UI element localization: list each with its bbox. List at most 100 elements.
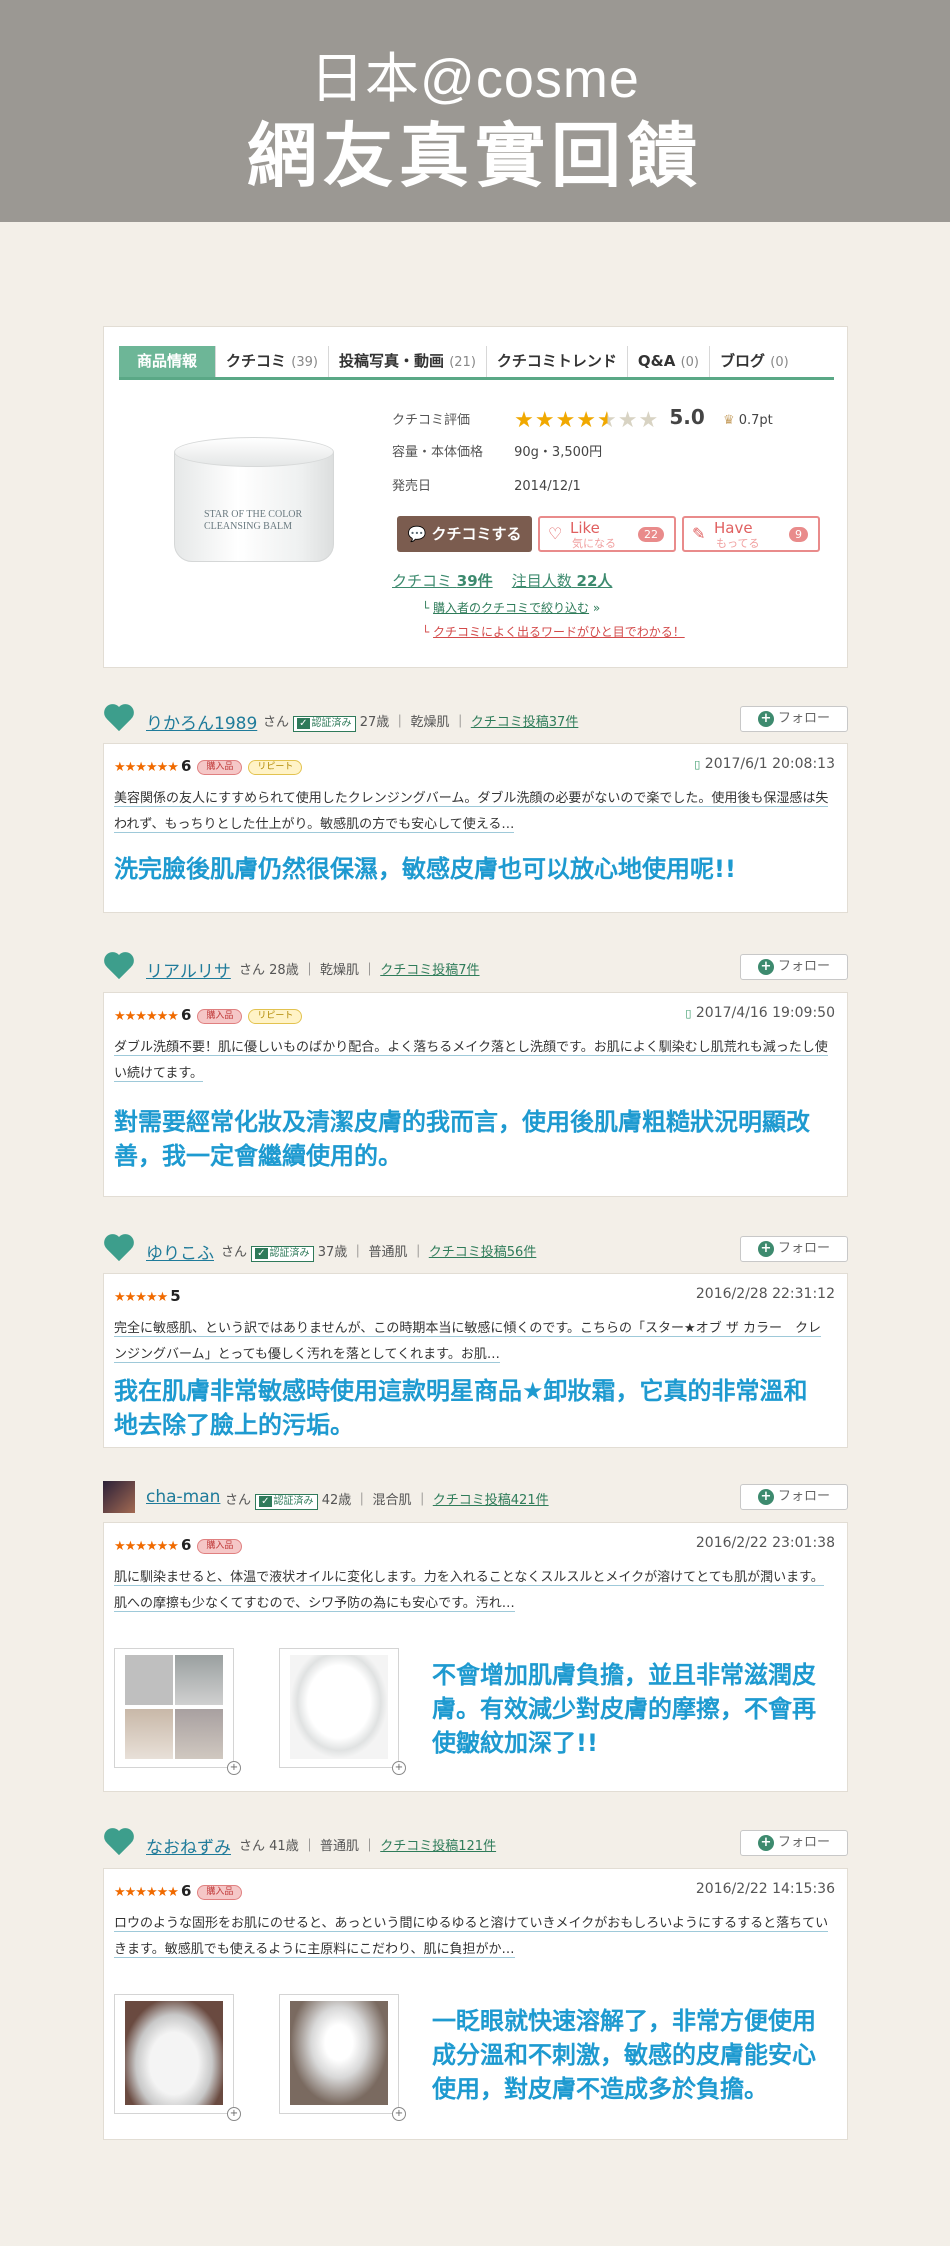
review-date: 2016/2/22 23:01:38 — [695, 1535, 835, 1551]
zoom-icon[interactable]: + — [392, 2107, 406, 2121]
review-card: ★★★★★★ 6 購入品 リピート ▯ 2017/4/16 19:09:50 ダブル洗… — [103, 992, 848, 1197]
review-translation: 我在肌膚非常敏感時使用這款明星商品★卸妝霜，它真的非常溫和地去除了臉上的污垢。 — [114, 1377, 808, 1439]
tab-kuchikomi[interactable]: クチコミ (39) — [216, 346, 329, 377]
follow-button[interactable]: + フォロー — [740, 706, 848, 732]
review-translation: 對需要經常化妝及清潔皮膚的我而言，使用後肌膚粗糙狀況明顯改善，我一定會繼續使用的… — [114, 1108, 810, 1170]
avatar[interactable] — [103, 951, 135, 983]
mobile-icon: ▯ — [694, 758, 701, 771]
reviewer-row: リアルリサ さん 28歳 ｜ 乾燥肌 ｜ クチコミ投稿7件 + フォロー — [103, 951, 848, 983]
review-stars: ★★★★★★ 6 購入品 リピート — [114, 1006, 303, 1024]
have-count-badge: 9 — [789, 527, 808, 542]
plus-icon: + — [757, 711, 774, 727]
review-photo[interactable]: + — [279, 1648, 406, 1775]
reviewer-name[interactable]: りかろん1989 — [146, 709, 257, 734]
tab-trend[interactable]: クチコミトレンド — [487, 346, 628, 377]
review-photo[interactable]: + — [114, 1648, 241, 1775]
review-text[interactable]: 美容関係の友人にすすめられて使用したクレンジングバーム。ダブル洗顔の必要がないの… — [114, 786, 832, 838]
review-photo[interactable]: + — [279, 1994, 406, 2121]
review-translation: 一眨眼就快速溶解了，非常方便使用成分溫和不刺激，敏感的皮膚能安心使用，對皮膚不造… — [432, 2007, 816, 2103]
rating-row: クチコミ評価 ★★★★★★★ 5.0 ♛ 0.7pt — [392, 405, 773, 433]
review-card: ★★★★★ 5 2016/2/28 22:31:12 完全に敏感肌、という訳ではあ… — [103, 1273, 848, 1448]
reviewer-name[interactable]: なおねずみ — [146, 1833, 231, 1858]
review-text[interactable]: ロウのような固形をお肌にのせると、あっという間にゆるゆると溶けていきメイクがおも… — [114, 1911, 832, 1963]
product-stats-links: クチコミ 39件 注目人数 22人 — [392, 570, 612, 591]
review-stars: ★★★★★★ 6 購入品 — [114, 1882, 243, 1900]
reviewer-row: cha-man さん ✓ 認証済み 42歳 ｜ 混合肌 ｜ クチコミ投稿421件 … — [103, 1481, 848, 1513]
heart-outline-icon: ♡ — [548, 524, 563, 543]
tag-repeat: リピート — [248, 760, 303, 775]
tab-photos[interactable]: 投稿写真・動画 (21) — [329, 346, 487, 377]
follow-button[interactable]: + フォロー — [740, 1484, 848, 1510]
brush-icon: ✎ — [692, 524, 706, 543]
rating-pt: 0.7pt — [738, 413, 773, 428]
tag-purchased: 購入品 — [197, 1539, 243, 1554]
posts-count-link[interactable]: クチコミ投稿56件 — [429, 1245, 537, 1260]
product-card: 商品情報 クチコミ (39) 投稿写真・動画 (21) クチコミトレンド Q&A… — [103, 326, 848, 668]
heart-icon — [103, 1233, 135, 1263]
kuchikomi-count-link[interactable]: クチコミ 39件 — [392, 572, 493, 590]
review-photo[interactable]: + — [114, 1994, 241, 2121]
avatar[interactable] — [103, 1233, 135, 1265]
review-text[interactable]: 肌に馴染ませると、体温で液状オイルに変化します。力を入れることなくスルスルとメイ… — [114, 1565, 832, 1617]
avatar[interactable] — [103, 1481, 135, 1513]
heart-icon — [103, 1827, 135, 1857]
volume-row: 容量・本体価格 90g・3,500円 — [392, 445, 603, 460]
rating-stars: ★★★★★★★ — [514, 408, 660, 433]
tag-purchased: 購入品 — [197, 760, 243, 775]
watchers-count-link[interactable]: 注目人数 22人 — [512, 572, 613, 590]
hero-banner: 日本@cosme 網友真實回饋 — [0, 0, 950, 222]
posts-count-link[interactable]: クチコミ投稿7件 — [380, 963, 479, 978]
hero-title-line2: 網友真實回饋 — [247, 115, 703, 197]
posts-count-link[interactable]: クチコミ投稿421件 — [433, 1493, 549, 1508]
mobile-icon: ▯ — [685, 1007, 692, 1020]
plus-icon: + — [757, 959, 774, 975]
plus-icon: + — [757, 1835, 774, 1851]
reviewer-name[interactable]: リアルリサ — [146, 957, 231, 982]
review-card: ★★★★★★ 6 購入品 2016/2/22 14:15:36 ロウのような固形をお… — [103, 1868, 848, 2140]
zoom-icon[interactable]: + — [227, 1761, 241, 1775]
release-row: 発売日 2014/12/1 — [392, 479, 581, 494]
tab-blog[interactable]: ブログ (0) — [710, 346, 799, 377]
tag-purchased: 購入品 — [197, 1885, 243, 1900]
review-card: ★★★★★★ 6 購入品 2016/2/22 23:01:38 肌に馴染ませると、体… — [103, 1522, 848, 1792]
avatar[interactable] — [103, 1827, 135, 1859]
review-date: ▯ 2017/4/16 19:09:50 — [685, 1005, 835, 1021]
filter-buyers-link[interactable]: └ 購入者のクチコミで絞り込む » — [422, 599, 600, 616]
zoom-icon[interactable]: + — [392, 1761, 406, 1775]
reviewer-row: ゆりこふ さん ✓ 認証済み 37歳 ｜ 普通肌 ｜ クチコミ投稿56件 + フォロ… — [103, 1233, 848, 1265]
follow-button[interactable]: + フォロー — [740, 1830, 848, 1856]
reviewer-name[interactable]: ゆりこふ — [146, 1239, 214, 1264]
write-review-button[interactable]: 💬 クチコミする — [397, 516, 532, 552]
review-text[interactable]: 完全に敏感肌、という訳ではありませんが、この時期本当に敏感に傾くのです。こちらの… — [114, 1316, 832, 1368]
like-button[interactable]: ♡ Like 気になる 22 — [538, 516, 676, 552]
verified-badge: ✓ 認証済み — [293, 716, 356, 732]
review-date: 2016/2/22 14:15:36 — [695, 1881, 835, 1897]
verified-badge: ✓ 認証済み — [255, 1494, 318, 1510]
tab-product-info[interactable]: 商品情報 — [119, 346, 217, 377]
review-text[interactable]: ダブル洗顔不要！肌に優しいものばかり配合。よく落ちるメイク落とし洗顔です。お肌に… — [114, 1035, 832, 1087]
verified-badge: ✓ 認証済み — [251, 1246, 314, 1262]
review-translation: 不會增加肌膚負擔，並且非常滋潤皮膚。有效減少對皮膚的摩擦，不會再使皺紋加深了!! — [432, 1661, 816, 1757]
review-translation: 洗完臉後肌膚仍然很保濕，敏感皮膚也可以放心地使用呢!! — [114, 855, 736, 883]
follow-button[interactable]: + フォロー — [740, 954, 848, 980]
avatar[interactable] — [103, 703, 135, 735]
user-photo — [103, 1481, 135, 1513]
reviewer-row: なおねずみ さん 41歳 ｜ 普通肌 ｜ クチコミ投稿121件 + フォロー — [103, 1827, 848, 1859]
review-card: ★★★★★★ 6 購入品 リピート ▯ 2017/6/1 20:08:13 美容関係の… — [103, 743, 848, 913]
review-date: ▯ 2017/6/1 20:08:13 — [694, 756, 835, 772]
rating-value: 5.0 — [669, 405, 705, 429]
reviewer-name[interactable]: cha-man — [146, 1487, 220, 1507]
heart-icon — [103, 951, 135, 981]
product-image: STAR OF THE COLOR CLEANSING BALM — [174, 437, 334, 567]
zoom-icon[interactable]: + — [227, 2107, 241, 2121]
product-image-label: STAR OF THE COLOR CLEANSING BALM — [204, 509, 303, 532]
word-cloud-link[interactable]: └ クチコミによく出るワードがひと目でわかる！ — [422, 623, 685, 640]
like-count-badge: 22 — [638, 527, 664, 542]
posts-count-link[interactable]: クチコミ投稿121件 — [380, 1839, 496, 1854]
tab-qa[interactable]: Q&A (0) — [628, 346, 711, 377]
tag-purchased: 購入品 — [197, 1009, 243, 1024]
plus-icon: + — [757, 1489, 774, 1505]
posts-count-link[interactable]: クチコミ投稿37件 — [471, 715, 579, 730]
follow-button[interactable]: + フォロー — [740, 1236, 848, 1262]
have-button[interactable]: ✎ Have もってる 9 — [682, 516, 820, 552]
